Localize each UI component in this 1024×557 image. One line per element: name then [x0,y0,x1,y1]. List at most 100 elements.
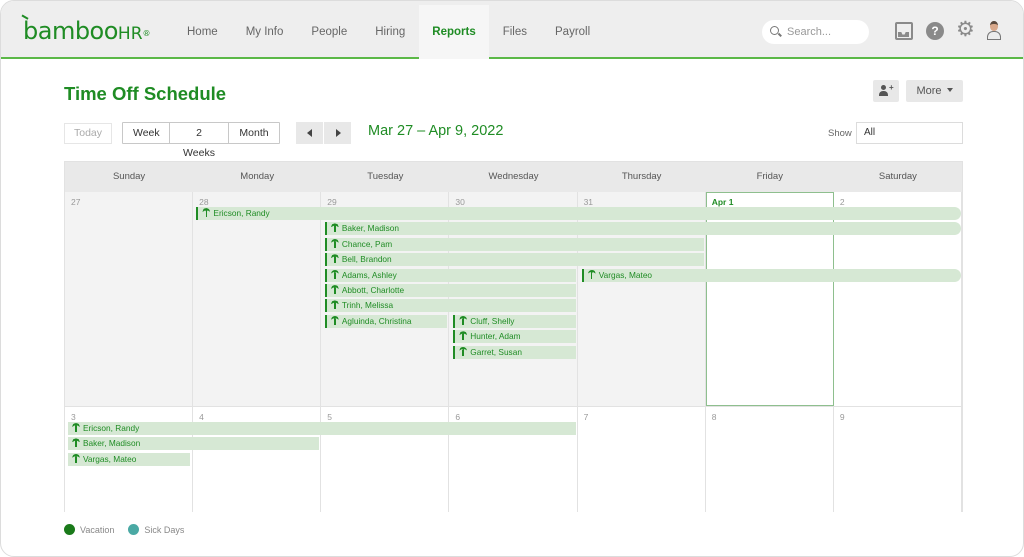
today-button[interactable]: Today [64,123,112,144]
time-off-event[interactable]: Baker, Madison [68,437,319,451]
palm-tree-icon [331,239,339,248]
more-button[interactable]: More [906,80,963,102]
gear-icon[interactable]: ⚙ [956,19,975,40]
week-row: 3 4 5 6 7 8 9 Ericson, Randy Baker, Madison Varga… [65,406,962,512]
nav-item-my-info[interactable]: My Info [232,5,298,59]
view-2-weeks-button[interactable]: 2 Weeks [170,123,229,159]
weekday-header-tuesday: Tuesday [367,171,404,182]
plus-icon: + [889,83,894,92]
event-label: Hunter, Adam [459,330,521,343]
caret-down-icon [946,88,953,93]
date-range: Mar 27 – Apr 9, 2022 [368,123,504,139]
day-number: 31 [583,197,594,207]
palm-tree-icon [331,270,339,279]
palm-tree-icon [72,438,80,448]
time-off-event[interactable]: Abbott, Charlotte [324,284,576,297]
nav-item-files[interactable]: Files [489,5,541,59]
logo-registered: ® [142,29,151,38]
legend-label: Sick Days [144,524,185,535]
day-number: 3 [71,412,76,422]
avatar[interactable] [986,20,1002,40]
show-filter-select[interactable]: All [856,122,963,144]
employee-name: Bell, Brandon [341,254,392,265]
time-off-event[interactable]: Vargas, Mateo [68,452,191,466]
event-label: Ericson, Randy [202,207,270,220]
nav-item-payroll[interactable]: Payroll [541,5,604,59]
palm-tree-icon [202,208,210,217]
time-off-event[interactable]: Agluinda, Christina [324,314,448,328]
day-number: 29 [327,197,337,207]
day-cell[interactable]: 27 [65,192,194,406]
event-label: Baker, Madison [331,222,399,235]
employee-name: Hunter, Adam [470,331,521,342]
palm-tree-icon [588,270,596,279]
nav-item-hiring[interactable]: Hiring [361,5,419,59]
prev-arrow-icon[interactable] [296,122,323,144]
add-person-button[interactable]: + [873,80,899,102]
search-box[interactable] [762,20,869,44]
time-off-event[interactable]: Vargas, Mateo [581,268,961,282]
palm-tree-icon [331,254,339,264]
legend-item-vacation: Vacation [64,524,114,535]
nav-item-home[interactable]: Home [173,5,232,59]
weekday-header-friday: Friday [756,171,783,182]
event-label: Cluff, Shelly [459,315,514,328]
avatar-head [990,21,998,31]
time-off-event[interactable]: Adams, Ashley [324,268,576,282]
event-label: Agluinda, Christina [331,315,411,328]
palm-tree-icon [331,300,339,310]
day-number: 2 [839,197,845,207]
search-icon [770,26,779,35]
day-number: 7 [583,412,589,422]
day-number: 4 [199,412,204,422]
event-label: Bell, Brandon [331,253,392,266]
time-off-calendar: Sunday Monday Tuesday Wednesday Thursday Frid… [64,161,963,512]
time-off-event[interactable]: Cluff, Shelly [453,314,576,328]
legend-label: Vacation [80,524,115,535]
legend-item-sick-days: Sick Days [128,524,184,535]
time-off-event[interactable]: Ericson, Randy [68,422,576,435]
employee-name: Ericson, Randy [83,423,140,433]
event-label: Vargas, Mateo [588,269,652,282]
legend-dot-icon [128,524,140,535]
view-toggle-group: Week 2 Weeks Month [122,122,280,159]
show-label: Show [828,128,852,139]
help-icon[interactable]: ? [926,22,944,40]
view-month-button[interactable]: Month [229,123,279,143]
day-number: Apr 1 [711,197,734,207]
day-cell[interactable]: 9 [833,407,962,512]
time-off-event[interactable]: Bell, Brandon [324,253,705,267]
day-number: 5 [327,412,333,422]
inbox-icon[interactable] [895,22,913,40]
employee-name: Trinh, Melissa [341,300,394,311]
search-input[interactable] [787,20,865,44]
event-label: Baker, Madison [72,437,140,450]
employee-name: Baker, Madison [83,438,141,449]
employee-name: Adams, Ashley [341,269,397,280]
time-off-event[interactable]: Chance, Pam [324,237,705,251]
day-cell[interactable]: 7 [577,407,706,512]
day-cell[interactable]: 28 [193,192,322,406]
top-nav-bar: bambooHR® Home My Info People Hiring Reports… [1,1,1023,59]
more-label: More [916,85,942,97]
nav-item-reports[interactable]: Reports [419,5,489,59]
day-number: 30 [455,197,465,207]
view-week-button[interactable]: Week [123,123,170,143]
time-off-event[interactable]: Trinh, Melissa [324,299,576,313]
legend-dot-icon [64,524,75,535]
nav-item-people[interactable]: People [297,5,361,59]
weekday-header-saturday: Saturday [878,171,917,182]
next-arrow-icon[interactable] [324,122,351,144]
time-off-event[interactable]: Garret, Susan [453,345,576,359]
day-cell[interactable]: 8 [705,407,834,512]
time-off-event[interactable]: Baker, Madison [324,222,961,236]
legend: Vacation Sick Days [64,524,184,535]
app-window: bambooHR® Home My Info People Hiring Reports… [0,0,1024,557]
week-row: 27 28 29 30 31 Apr 1 2 Ericson, Randy Baker, Mad… [65,192,962,406]
day-number: 9 [839,412,845,422]
bamboohr-logo[interactable]: bambooHR® [20,14,151,47]
employee-name: Chance, Pam [341,238,393,249]
event-label: Adams, Ashley [331,269,397,282]
time-off-event[interactable]: Hunter, Adam [453,330,576,344]
time-off-event[interactable]: Ericson, Randy [196,207,961,220]
